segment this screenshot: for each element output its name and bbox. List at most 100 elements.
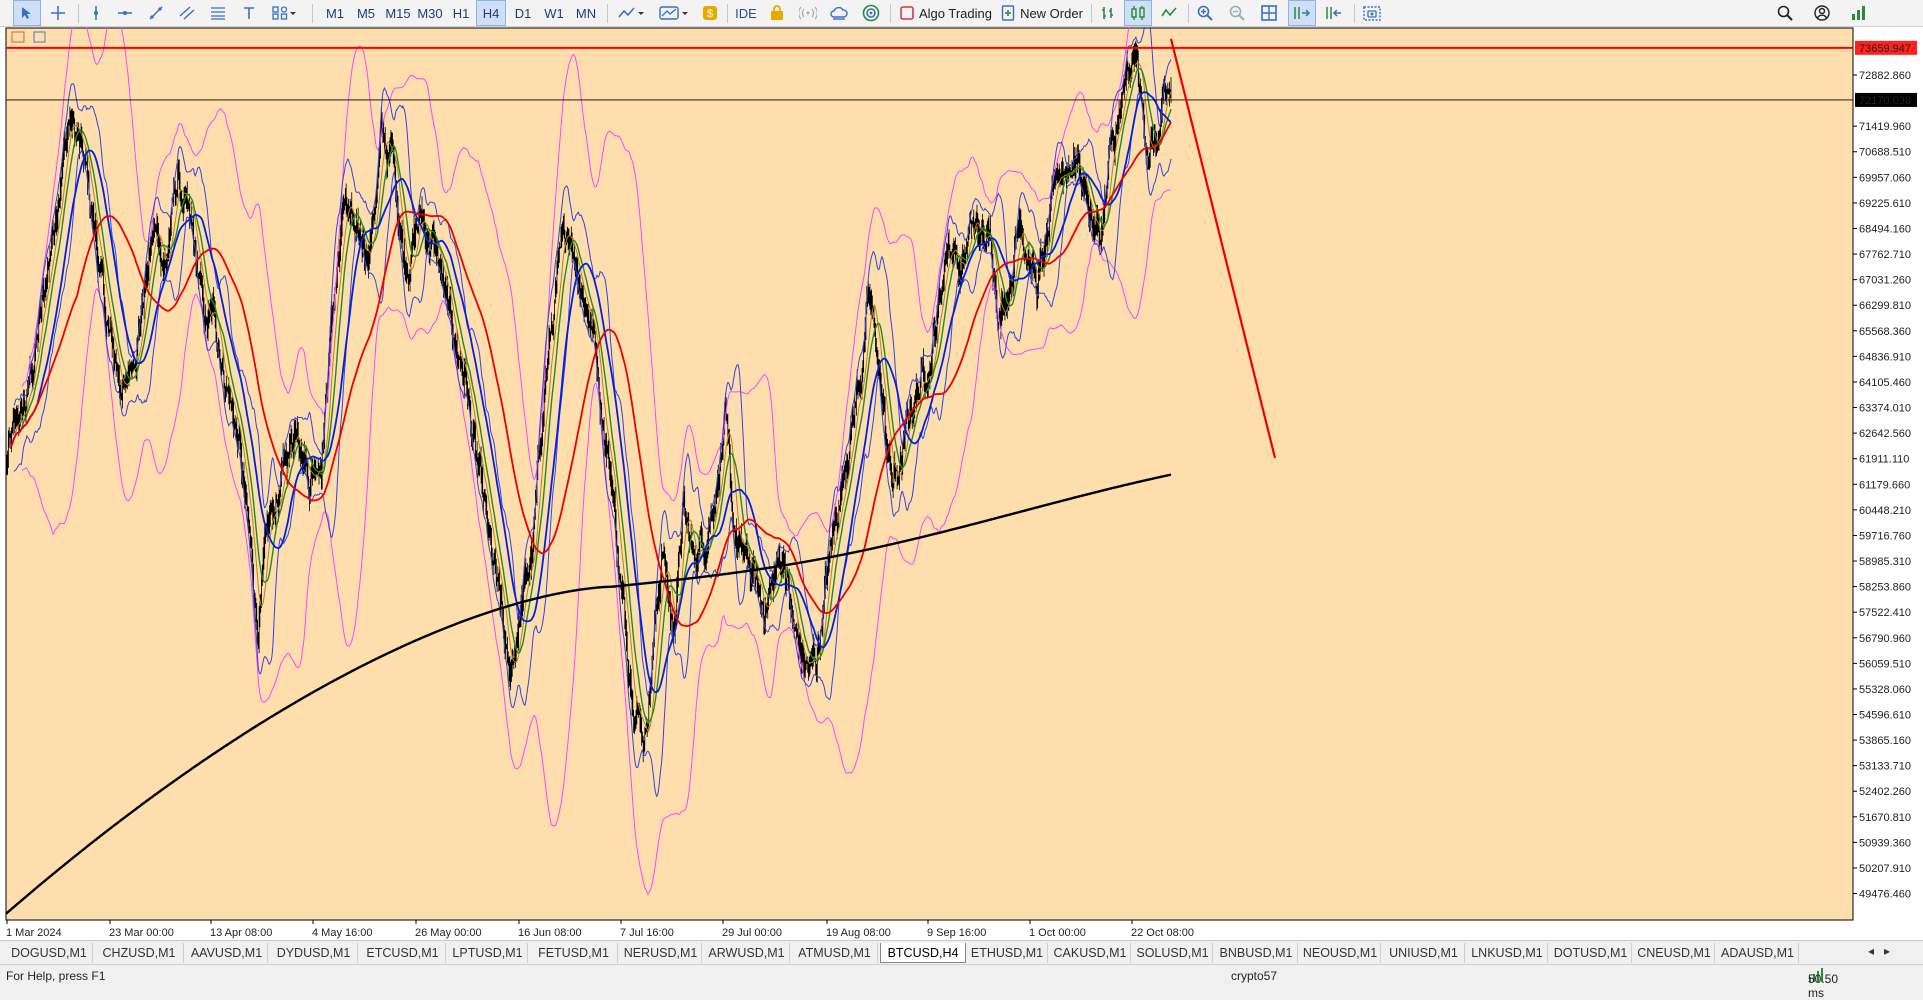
- signals-button[interactable]: [795, 0, 821, 26]
- timeframe-h1[interactable]: H1: [446, 0, 476, 26]
- help-text: For Help, press F1: [6, 969, 106, 983]
- symbol-tab[interactable]: SOLUSD,M1: [1133, 943, 1213, 963]
- account-button[interactable]: [1809, 0, 1835, 26]
- cloud-button[interactable]: [826, 0, 852, 26]
- symbol-tab[interactable]: CAKUSD,M1: [1050, 943, 1131, 963]
- connection-status[interactable]: 50.50 ms: [1808, 968, 1838, 1000]
- vertical-line-icon: [94, 6, 98, 20]
- chart-shift-icon: [1326, 7, 1341, 19]
- symbol-tab[interactable]: DYDUSD,M1: [270, 943, 358, 963]
- zoom-out-button[interactable]: [1224, 0, 1250, 26]
- crosshair-tool-button[interactable]: [45, 0, 71, 26]
- horizontal-line-button[interactable]: [112, 0, 138, 26]
- timeframe-m1[interactable]: M1: [320, 0, 350, 26]
- symbol-tab[interactable]: LPTUSD,M1: [448, 943, 528, 963]
- fibonacci-button[interactable]: [205, 0, 231, 26]
- account-icon: [1814, 5, 1830, 21]
- symbol-tab[interactable]: FETUSD,M1: [530, 943, 618, 963]
- templates-button[interactable]: [655, 0, 695, 26]
- market-button[interactable]: $: [698, 0, 722, 26]
- symbol-tab[interactable]: NERUSD,M1: [620, 943, 702, 963]
- symbol-tab[interactable]: BNBUSD,M1: [1215, 943, 1298, 963]
- bar-chart-icon: [1102, 7, 1113, 19]
- price-scale-label: 64836.910: [1859, 351, 1911, 363]
- price-scale-label: 58985.310: [1859, 556, 1911, 568]
- market-icon: $: [703, 6, 717, 20]
- price-scale-label: 62642.560: [1859, 428, 1911, 440]
- chart-window[interactable]: 72882.860 71419.960 70688.510 69957.060 6922…: [0, 27, 1923, 944]
- timeframe-w1[interactable]: W1: [539, 0, 569, 26]
- price-scale-label: 50207.910: [1859, 863, 1911, 875]
- vertical-line-button[interactable]: [83, 0, 109, 26]
- price-scale-label: 66299.810: [1859, 300, 1911, 312]
- symbol-tab[interactable]: ATMUSD,M1: [792, 943, 878, 963]
- price-scale-label: 53865.160: [1859, 735, 1911, 747]
- symbol-tab[interactable]: ADAUSD,M1: [1717, 943, 1799, 963]
- trendline-button[interactable]: [143, 0, 169, 26]
- horizontal-line-icon: [118, 11, 132, 15]
- symbol-tab[interactable]: LNKUSD,M1: [1467, 943, 1548, 963]
- status-bar: For Help, press F1 crypto57 50.50 ms: [0, 964, 1923, 1000]
- screenshot-icon: [1363, 6, 1381, 21]
- candle-chart-button[interactable]: [1124, 0, 1152, 26]
- symbol-tab[interactable]: CHZUSD,M1: [95, 943, 184, 963]
- bar-chart-button[interactable]: [1095, 0, 1121, 26]
- price-scale-label: 59716.760: [1859, 530, 1911, 542]
- line-chart-button[interactable]: [1156, 0, 1182, 26]
- timeframe-d1[interactable]: D1: [508, 0, 538, 26]
- price-scale-label: 71419.960: [1859, 121, 1911, 133]
- price-scale-label: 57522.410: [1859, 607, 1911, 619]
- vps-button[interactable]: [858, 0, 884, 26]
- scroll-right-icon[interactable]: ▸: [1884, 944, 1890, 958]
- algo-trading-button[interactable]: Algo Trading: [897, 0, 995, 26]
- timeframe-m30[interactable]: M30: [414, 0, 446, 26]
- ide-button[interactable]: IDE: [731, 0, 761, 26]
- search-button[interactable]: [1772, 0, 1798, 26]
- candle-chart-icon: [1131, 6, 1145, 20]
- timeframe-mn[interactable]: MN: [570, 0, 602, 26]
- line-chart-icon: [1161, 7, 1177, 17]
- zoom-in-button[interactable]: [1192, 0, 1218, 26]
- symbol-tabs-bar: DOGUSD,M1 CHZUSD,M1 AAVUSD,M1 DYDUSD,M1 ETCU…: [0, 940, 1923, 964]
- trendline-icon: [149, 6, 163, 20]
- indicators-button[interactable]: [614, 0, 650, 26]
- symbol-tab[interactable]: ETCUSD,M1: [360, 943, 446, 963]
- templates-icon: [659, 6, 688, 20]
- lock-icon: [771, 5, 783, 20]
- symbol-tab[interactable]: DOGUSD,M1: [6, 943, 93, 963]
- lock-button[interactable]: [764, 0, 790, 26]
- level-button[interactable]: [1847, 0, 1873, 26]
- text-tool-button[interactable]: [236, 0, 262, 26]
- price-scale-label: 72882.860: [1859, 70, 1911, 82]
- price-scale-label: 61179.660: [1859, 479, 1910, 491]
- channel-button[interactable]: [174, 0, 200, 26]
- symbol-tab[interactable]: UNIUSD,M1: [1383, 943, 1465, 963]
- screenshot-button[interactable]: [1359, 0, 1385, 26]
- price-scale-label: 49476.460: [1859, 889, 1911, 901]
- timeframe-m15[interactable]: M15: [382, 0, 414, 26]
- price-chart[interactable]: 72882.860 71419.960 70688.510 69957.060 6922…: [0, 27, 1923, 944]
- symbol-tab[interactable]: BTCUSD,H4: [880, 943, 966, 963]
- cursor-tool-button[interactable]: [13, 0, 41, 26]
- tabs-scroll-arrows[interactable]: ◂ ▸: [1868, 944, 1890, 958]
- chart-shift-button[interactable]: [1320, 0, 1348, 26]
- autoscroll-button[interactable]: [1288, 0, 1316, 26]
- resistance-price-label: 73659.947: [1859, 43, 1911, 55]
- symbol-tab[interactable]: CNEUSD,M1: [1634, 943, 1715, 963]
- tile-windows-button[interactable]: [1256, 0, 1282, 26]
- cursor-icon: [22, 7, 31, 19]
- timeframe-m5[interactable]: M5: [351, 0, 381, 26]
- scroll-left-icon[interactable]: ◂: [1868, 944, 1874, 958]
- price-scale-label: 55328.060: [1859, 684, 1911, 696]
- text-icon: [244, 7, 254, 19]
- symbol-tab[interactable]: ARWUSD,M1: [704, 943, 790, 963]
- symbol-tab[interactable]: NEOUSD,M1: [1300, 943, 1381, 963]
- timeframe-h4[interactable]: H4: [476, 0, 506, 26]
- shapes-button[interactable]: [267, 0, 303, 26]
- symbol-tab[interactable]: DOTUSD,M1: [1550, 943, 1632, 963]
- symbol-tab[interactable]: ETHUSD,M1: [967, 943, 1048, 963]
- price-scale-label: 54596.610: [1859, 710, 1911, 722]
- new-order-button[interactable]: New Order: [999, 0, 1085, 26]
- symbol-tab[interactable]: AAVUSD,M1: [186, 943, 268, 963]
- price-scale-label: 56059.510: [1859, 658, 1911, 670]
